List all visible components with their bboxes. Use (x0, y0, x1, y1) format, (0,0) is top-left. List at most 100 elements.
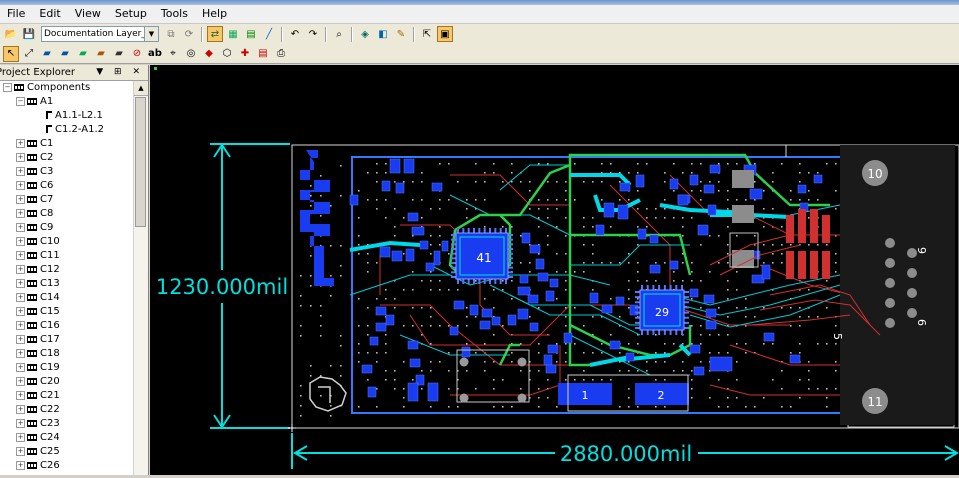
expand-icon[interactable]: + (16, 432, 25, 442)
vertical-scrollbar[interactable]: ▲ (133, 81, 148, 475)
expand-icon[interactable]: + (16, 222, 25, 232)
tree-item-component[interactable]: + C3 (0, 165, 133, 179)
collapse-icon[interactable]: − (16, 96, 25, 106)
tree-item-component[interactable]: + C1 (0, 137, 133, 151)
expand-icon[interactable]: + (16, 292, 25, 302)
expand-icon[interactable]: + (16, 362, 25, 372)
tree-item-component[interactable]: + C25 (0, 445, 133, 459)
report-icon[interactable]: ▤ (255, 46, 271, 62)
line-icon[interactable]: ╱ (261, 26, 277, 42)
menu-tools[interactable]: Tools (154, 5, 195, 23)
pin-icon[interactable]: ✎ (393, 26, 409, 42)
save-icon[interactable]: 💾 (21, 26, 37, 42)
expand-icon[interactable]: + (16, 264, 25, 274)
tree-item-component[interactable]: + C8 (0, 207, 133, 221)
tree-item-component[interactable]: + C26 (0, 459, 133, 473)
undo-icon[interactable]: ↶ (287, 26, 303, 42)
expand-icon[interactable]: + (16, 390, 25, 400)
expand-icon[interactable]: + (16, 166, 25, 176)
move-icon[interactable]: ⤢ (21, 46, 37, 62)
scrollbar-thumb[interactable] (135, 97, 146, 227)
text-icon[interactable]: ab (147, 46, 163, 62)
tree-item-component[interactable]: + C10 (0, 235, 133, 249)
shape-icon[interactable]: ⬡ (219, 46, 235, 62)
expand-icon[interactable]: + (16, 152, 25, 162)
board-icon[interactable]: ▤ (243, 26, 259, 42)
net-icon[interactable]: ⌖ (165, 46, 181, 62)
expand-icon[interactable]: + (16, 180, 25, 190)
layer-d-icon[interactable]: ▰ (93, 46, 109, 62)
tree-item-component[interactable]: + C7 (0, 193, 133, 207)
expand-icon[interactable]: + (16, 376, 25, 386)
menu-edit[interactable]: Edit (32, 5, 67, 23)
tree-root-components[interactable]: − Components (0, 81, 133, 95)
tree-item-component[interactable]: + C9 (0, 221, 133, 235)
via-icon[interactable]: ◎ (183, 46, 199, 62)
expand-icon[interactable]: + (16, 348, 25, 358)
tree-item-a1[interactable]: − A1 (0, 95, 133, 109)
expand-icon[interactable]: + (16, 278, 25, 288)
menu-view[interactable]: View (68, 5, 108, 23)
expand-icon[interactable]: + (16, 306, 25, 316)
tree-item-component[interactable]: + C17 (0, 333, 133, 347)
tree-item-component[interactable]: + C13 (0, 277, 133, 291)
pad-icon[interactable]: ◆ (201, 46, 217, 62)
open-icon[interactable]: 📂 (3, 26, 19, 42)
menu-file[interactable]: File (0, 5, 32, 23)
expand-icon[interactable]: + (16, 194, 25, 204)
tree-item-component[interactable]: + C15 (0, 305, 133, 319)
layer-e-icon[interactable]: ▰ (111, 46, 127, 62)
tree-item-component[interactable]: + C6 (0, 179, 133, 193)
expand-icon[interactable]: + (16, 460, 25, 470)
expand-icon[interactable]: + (16, 446, 25, 456)
tree-item-component[interactable]: + C23 (0, 417, 133, 431)
tree-net-item[interactable]: A1.1-L2.1 (0, 109, 133, 123)
collapse-icon[interactable]: − (3, 82, 12, 92)
check-icon[interactable]: ✚ (237, 46, 253, 62)
scroll-up-icon[interactable]: ▲ (134, 81, 148, 96)
tree-item-component[interactable]: + C21 (0, 389, 133, 403)
tree-item-component[interactable]: + C22 (0, 403, 133, 417)
copy-icon[interactable]: ⧉ (163, 26, 179, 42)
refresh-icon[interactable]: ⟳ (181, 26, 197, 42)
layer-b-icon[interactable]: ▰ (57, 46, 73, 62)
tree-item-component[interactable]: + C16 (0, 319, 133, 333)
menu-setup[interactable]: Setup (108, 5, 154, 23)
layer-select[interactable]: Documentation Layer_25 ▼ (41, 26, 159, 42)
print-icon[interactable]: ⎙ (273, 46, 289, 62)
expand-icon[interactable]: + (16, 334, 25, 344)
window-icon[interactable]: ▣ (437, 26, 453, 42)
tree-item-component[interactable]: + C11 (0, 249, 133, 263)
expand-icon[interactable]: + (16, 404, 25, 414)
tree-item-component[interactable]: + C18 (0, 347, 133, 361)
expand-icon[interactable]: + (16, 208, 25, 218)
tree-item-component[interactable]: + C20 (0, 375, 133, 389)
pcb-canvas[interactable]: 1230.000mil 2880.000mil 41 29 1 2 10 11 … (150, 65, 959, 475)
menu-help[interactable]: Help (195, 5, 234, 23)
tree-net-item[interactable]: C1.2-A1.2 (0, 123, 133, 137)
chevron-down-icon[interactable]: ▼ (144, 27, 158, 41)
expand-icon[interactable]: + (16, 418, 25, 428)
tree-item-component[interactable]: + C2 (0, 151, 133, 165)
tree-item-component[interactable]: + C19 (0, 361, 133, 375)
tree-item-component[interactable]: + C12 (0, 263, 133, 277)
expand-icon[interactable]: + (16, 138, 25, 148)
panel-controls[interactable]: ▼ ⊞ ✕ (96, 65, 144, 80)
expand-icon[interactable]: + (16, 250, 25, 260)
tree-item-component[interactable]: + C14 (0, 291, 133, 305)
route-icon[interactable]: ⇄ (207, 26, 223, 42)
layer-a-icon[interactable]: ▰ (39, 46, 55, 62)
export-icon[interactable]: ⇱ (419, 26, 435, 42)
zoom-icon[interactable]: ⌕ (331, 26, 347, 42)
layers-icon[interactable]: ◈ (357, 26, 373, 42)
layer-c-icon[interactable]: ▰ (75, 46, 91, 62)
grid-icon[interactable]: ▦ (225, 26, 241, 42)
drc-icon[interactable]: ⊘ (129, 46, 145, 62)
tree-item-component[interactable]: + C24 (0, 431, 133, 445)
3d-icon[interactable]: ◧ (375, 26, 391, 42)
redo-icon[interactable]: ↷ (305, 26, 321, 42)
select-icon[interactable]: ↖ (3, 45, 19, 62)
pcb-drawing[interactable]: 1230.000mil 2880.000mil 41 29 1 2 10 11 … (150, 65, 959, 475)
expand-icon[interactable]: + (16, 236, 25, 246)
expand-icon[interactable]: + (16, 320, 25, 330)
